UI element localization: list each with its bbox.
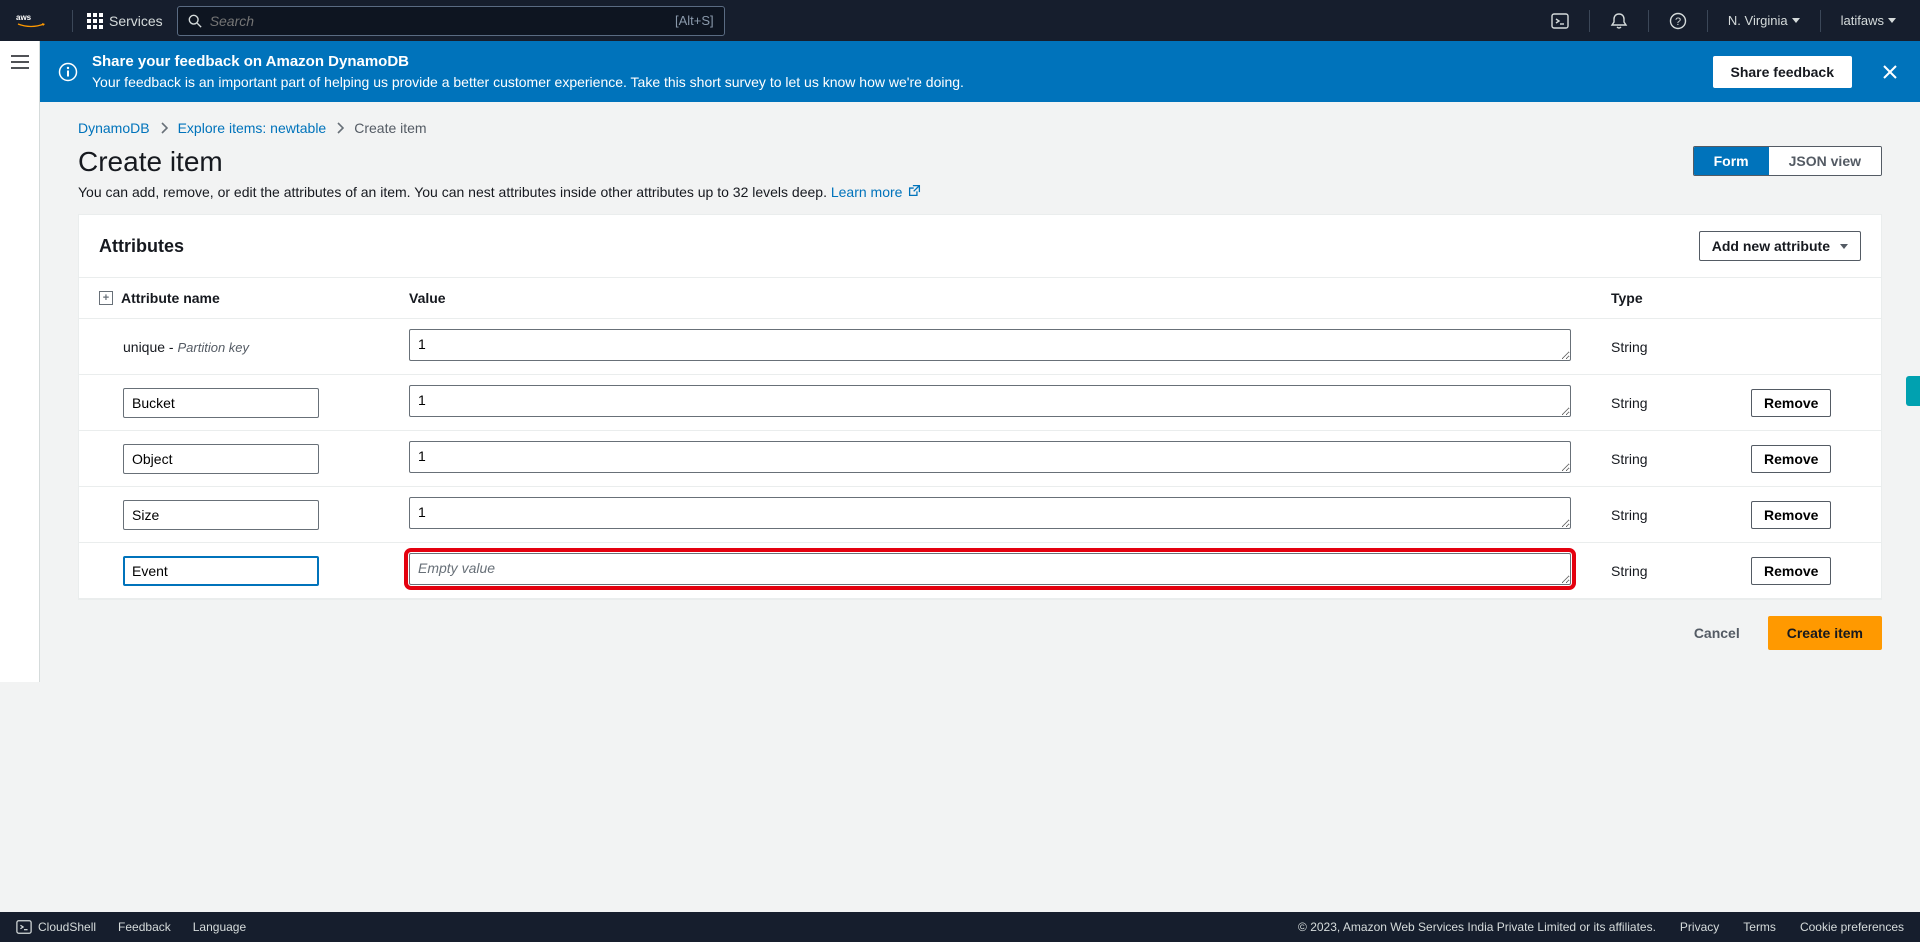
create-item-button[interactable]: Create item xyxy=(1768,616,1882,650)
grid-icon xyxy=(87,13,103,29)
share-feedback-button[interactable]: Share feedback xyxy=(1713,56,1853,88)
attributes-panel: Attributes Add new attribute + Attribute… xyxy=(78,214,1882,600)
attribute-type: String xyxy=(1591,543,1731,599)
panel-title: Attributes xyxy=(99,236,184,257)
form-view-tab[interactable]: Form xyxy=(1694,147,1769,175)
banner-desc: Your feedback is an important part of he… xyxy=(92,74,1699,90)
breadcrumb-root[interactable]: DynamoDB xyxy=(78,120,150,136)
chevron-right-icon xyxy=(160,122,168,134)
caret-down-icon xyxy=(1840,244,1848,249)
table-row: unique - Partition key 1 String xyxy=(79,319,1881,375)
account-menu[interactable]: latifaws xyxy=(1831,7,1906,34)
page-description: You can add, remove, or edit the attribu… xyxy=(78,184,1693,200)
aws-logo[interactable]: aws xyxy=(14,12,48,30)
svg-text:?: ? xyxy=(1675,16,1681,28)
svg-text:aws: aws xyxy=(16,13,32,22)
external-link-icon xyxy=(904,184,921,200)
remove-attribute-button[interactable]: Remove xyxy=(1751,501,1831,529)
view-toggle: Form JSON view xyxy=(1693,146,1882,176)
attribute-name-input[interactable] xyxy=(123,500,319,530)
attribute-type: String xyxy=(1591,487,1731,543)
side-feedback-tab[interactable] xyxy=(1906,376,1920,406)
expand-all-toggle[interactable]: + xyxy=(99,291,113,305)
breadcrumb-current: Create item xyxy=(354,120,426,136)
table-row: 1 String Remove xyxy=(79,375,1881,431)
remove-attribute-button[interactable]: Remove xyxy=(1751,389,1831,417)
feedback-link[interactable]: Feedback xyxy=(118,920,171,934)
attribute-value-input[interactable]: 1 xyxy=(409,441,1571,473)
col-type: Type xyxy=(1591,278,1731,319)
remove-attribute-button[interactable]: Remove xyxy=(1751,557,1831,585)
bottom-bar: CloudShell Feedback Language © 2023, Ama… xyxy=(0,912,1920,942)
caret-down-icon xyxy=(1792,18,1800,23)
search-shortcut: [Alt+S] xyxy=(675,13,714,28)
terms-link[interactable]: Terms xyxy=(1743,920,1776,934)
copyright-text: © 2023, Amazon Web Services India Privat… xyxy=(1298,920,1656,934)
breadcrumb: DynamoDB Explore items: newtable Create … xyxy=(78,120,1882,136)
partition-key-name: unique - Partition key xyxy=(99,339,249,355)
notifications-button[interactable] xyxy=(1600,6,1638,36)
col-value: Value xyxy=(389,278,1591,319)
attribute-value-input[interactable]: 1 xyxy=(409,385,1571,417)
search-icon xyxy=(188,14,202,28)
services-menu[interactable]: Services xyxy=(79,7,171,35)
learn-more-link[interactable]: Learn more xyxy=(831,184,921,200)
attribute-name-input[interactable] xyxy=(123,444,319,474)
services-label: Services xyxy=(109,13,163,29)
attribute-value-input[interactable] xyxy=(409,553,1571,585)
breadcrumb-explore[interactable]: Explore items: newtable xyxy=(178,120,327,136)
sidebar-toggle[interactable] xyxy=(11,55,29,69)
attribute-name-input[interactable] xyxy=(123,556,319,586)
banner-title: Share your feedback on Amazon DynamoDB xyxy=(92,53,1699,70)
col-attribute-name: Attribute name xyxy=(121,290,220,306)
banner-close-button[interactable] xyxy=(1878,60,1902,84)
sidebar-toggle-column xyxy=(0,41,40,682)
attribute-value-input[interactable]: 1 xyxy=(409,329,1571,361)
form-actions: Cancel Create item xyxy=(78,600,1882,654)
table-row: 1 String Remove xyxy=(79,487,1881,543)
top-nav: aws Services [Alt+S] ? N. Virginia la xyxy=(0,0,1920,41)
cloudshell-link[interactable]: CloudShell xyxy=(16,919,96,935)
attribute-type: String xyxy=(1591,319,1731,375)
language-link[interactable]: Language xyxy=(193,920,246,934)
table-row: 1 String Remove xyxy=(79,431,1881,487)
region-selector[interactable]: N. Virginia xyxy=(1718,7,1810,34)
chevron-right-icon xyxy=(336,122,344,134)
attribute-name-input[interactable] xyxy=(123,388,319,418)
info-icon xyxy=(58,62,78,82)
cancel-button[interactable]: Cancel xyxy=(1678,616,1756,650)
attributes-table: + Attribute name Value Type unique - Par… xyxy=(79,277,1881,599)
table-row: String Remove xyxy=(79,543,1881,599)
help-button[interactable]: ? xyxy=(1659,6,1697,36)
search-box[interactable]: [Alt+S] xyxy=(177,6,725,36)
cloudshell-icon-button[interactable] xyxy=(1541,6,1579,36)
attribute-type: String xyxy=(1591,375,1731,431)
remove-attribute-button[interactable]: Remove xyxy=(1751,445,1831,473)
add-attribute-button[interactable]: Add new attribute xyxy=(1699,231,1861,261)
page-title: Create item xyxy=(78,146,1693,178)
json-view-tab[interactable]: JSON view xyxy=(1769,147,1881,175)
attribute-value-input[interactable]: 1 xyxy=(409,497,1571,529)
privacy-link[interactable]: Privacy xyxy=(1680,920,1719,934)
attribute-type: String xyxy=(1591,431,1731,487)
cookie-preferences-link[interactable]: Cookie preferences xyxy=(1800,920,1904,934)
caret-down-icon xyxy=(1888,18,1896,23)
feedback-banner: Share your feedback on Amazon DynamoDB Y… xyxy=(40,41,1920,102)
search-input[interactable] xyxy=(210,13,675,29)
